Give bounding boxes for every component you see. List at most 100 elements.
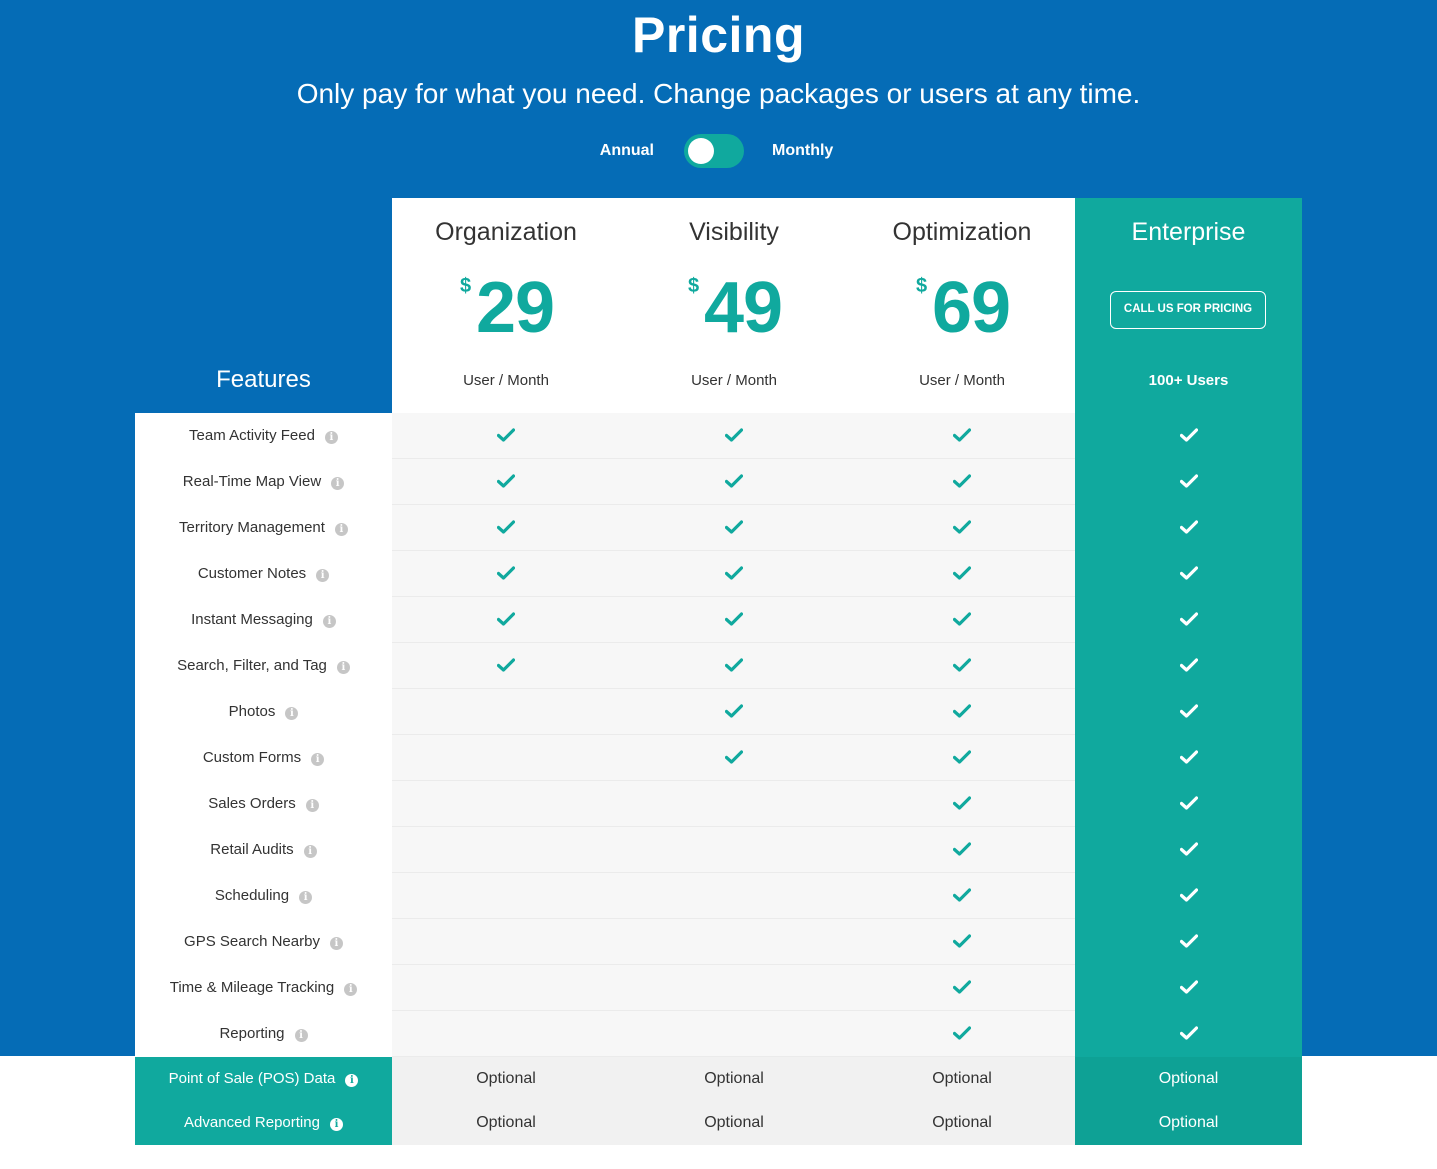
feature-plan-cell xyxy=(392,689,620,735)
plan-header-visibility: Visibility $49 User / Month xyxy=(620,198,848,413)
feature-plan-cell xyxy=(848,413,1076,459)
checkmark-icon xyxy=(953,796,971,810)
currency-symbol: $ xyxy=(687,275,699,297)
feature-row: Team Activity Feed i xyxy=(135,413,1302,459)
feature-plan-cell xyxy=(392,735,620,781)
plan-header-optimization: Optimization $69 User / Month xyxy=(848,198,1076,413)
feature-name: Customer Notes xyxy=(197,565,307,582)
toggle-annual-label[interactable]: Annual xyxy=(560,142,654,160)
feature-plan-cell xyxy=(848,459,1076,505)
checkmark-icon xyxy=(953,474,971,488)
optional-value-cell: Optional xyxy=(392,1057,620,1101)
feature-name: Reporting xyxy=(219,1025,285,1042)
checkmark-icon xyxy=(1179,520,1198,534)
checkmark-icon xyxy=(953,704,971,718)
info-circle-icon[interactable]: i xyxy=(329,1118,343,1131)
optional-value-cell: Optional xyxy=(620,1101,848,1145)
feature-cell: Team Activity Feed i xyxy=(135,413,392,459)
price-amount: 69 xyxy=(931,268,1011,348)
plan-price: $69 xyxy=(848,268,1076,348)
checkmark-icon xyxy=(953,428,971,442)
feature-name: Photos xyxy=(228,703,276,720)
feature-cell: Retail Audits i xyxy=(135,827,392,873)
plan-price: $29 xyxy=(392,268,620,348)
plan-period: User / Month xyxy=(691,372,777,389)
feature-plan-cell xyxy=(848,735,1076,781)
feature-plan-cell xyxy=(392,505,620,551)
optional-feature-row: Advanced Reporting i Optional Optional Optio… xyxy=(135,1101,1302,1145)
info-circle-icon[interactable]: i xyxy=(316,569,330,582)
optional-value-cell: Optional xyxy=(620,1057,848,1101)
feature-row: GPS Search Nearby i xyxy=(135,919,1302,965)
page-subtitle: Only pay for what you need. Change packa… xyxy=(296,78,1141,109)
plan-name: Visibility xyxy=(689,218,779,246)
info-circle-icon[interactable]: i xyxy=(303,845,317,858)
billing-period-toggle[interactable] xyxy=(684,134,744,168)
checkmark-icon xyxy=(725,704,743,718)
feature-cell: Sales Orders i xyxy=(135,781,392,827)
optional-feature-row: Point of Sale (POS) Data i Optional Optiona… xyxy=(135,1057,1302,1101)
optional-feature-name: Point of Sale (POS) Data xyxy=(168,1070,336,1087)
checkmark-icon xyxy=(953,980,971,994)
feature-name: Retail Audits xyxy=(210,841,294,858)
feature-plan-cell xyxy=(1075,873,1302,919)
info-circle-icon[interactable]: i xyxy=(299,891,313,904)
info-circle-icon[interactable]: i xyxy=(311,753,325,766)
plan-header-enterprise: Enterprise CALL US FOR PRICING 100+ User… xyxy=(1075,198,1302,413)
feature-name: Custom Forms xyxy=(202,749,302,766)
feature-row: Customer Notes i xyxy=(135,551,1302,597)
call-for-pricing-button[interactable]: CALL US FOR PRICING xyxy=(1110,291,1266,329)
feature-plan-cell xyxy=(1075,735,1302,781)
feature-cell: Territory Management i xyxy=(135,505,392,551)
plan-period: User / Month xyxy=(919,372,1005,389)
checkmark-icon xyxy=(1179,750,1198,764)
checkmark-icon xyxy=(497,474,515,488)
checkmark-icon xyxy=(725,612,743,626)
plan-name: Organization xyxy=(435,218,577,246)
checkmark-icon xyxy=(725,428,743,442)
feature-plan-cell xyxy=(620,459,848,505)
checkmark-icon xyxy=(497,520,515,534)
feature-plan-cell xyxy=(392,643,620,689)
checkmark-icon xyxy=(725,566,743,580)
feature-cell: Customer Notes i xyxy=(135,551,392,597)
toggle-monthly-label[interactable]: Monthly xyxy=(772,142,833,160)
feature-plan-cell xyxy=(620,919,848,965)
info-circle-icon[interactable]: i xyxy=(345,1074,359,1087)
feature-row: Reporting i xyxy=(135,1011,1302,1057)
info-circle-icon[interactable]: i xyxy=(334,523,348,536)
feature-plan-cell xyxy=(392,781,620,827)
info-circle-icon[interactable]: i xyxy=(331,477,345,490)
price-amount: 29 xyxy=(475,268,555,348)
info-circle-icon[interactable]: i xyxy=(336,661,350,674)
info-circle-icon[interactable]: i xyxy=(329,937,343,950)
info-circle-icon[interactable]: i xyxy=(285,707,299,720)
info-circle-icon[interactable]: i xyxy=(344,983,358,996)
optional-value-cell: Optional xyxy=(1075,1101,1302,1145)
feature-row: Scheduling i xyxy=(135,873,1302,919)
info-circle-icon[interactable]: i xyxy=(324,431,338,444)
feature-plan-cell xyxy=(848,827,1076,873)
feature-plan-cell xyxy=(392,965,620,1011)
optional-feature-name: Advanced Reporting xyxy=(184,1114,320,1131)
feature-plan-cell xyxy=(1075,827,1302,873)
feature-name: GPS Search Nearby xyxy=(184,933,320,950)
page-title: Pricing xyxy=(632,7,805,63)
checkmark-icon xyxy=(1179,842,1198,856)
feature-plan-cell xyxy=(1075,551,1302,597)
checkmark-icon xyxy=(953,658,971,672)
info-circle-icon[interactable]: i xyxy=(322,615,336,628)
feature-cell: Instant Messaging i xyxy=(135,597,392,643)
optional-feature-cell: Point of Sale (POS) Data i xyxy=(135,1057,392,1101)
info-circle-icon[interactable]: i xyxy=(294,1029,308,1042)
checkmark-icon xyxy=(725,658,743,672)
feature-plan-cell xyxy=(620,873,848,919)
checkmark-icon xyxy=(497,428,515,442)
info-circle-icon[interactable]: i xyxy=(305,799,319,812)
feature-cell: GPS Search Nearby i xyxy=(135,919,392,965)
plan-price: $49 xyxy=(620,268,848,348)
feature-plan-cell xyxy=(620,1011,848,1057)
toggle-knob xyxy=(688,138,714,164)
optional-value-cell: Optional xyxy=(848,1101,1076,1145)
feature-plan-cell xyxy=(1075,413,1302,459)
